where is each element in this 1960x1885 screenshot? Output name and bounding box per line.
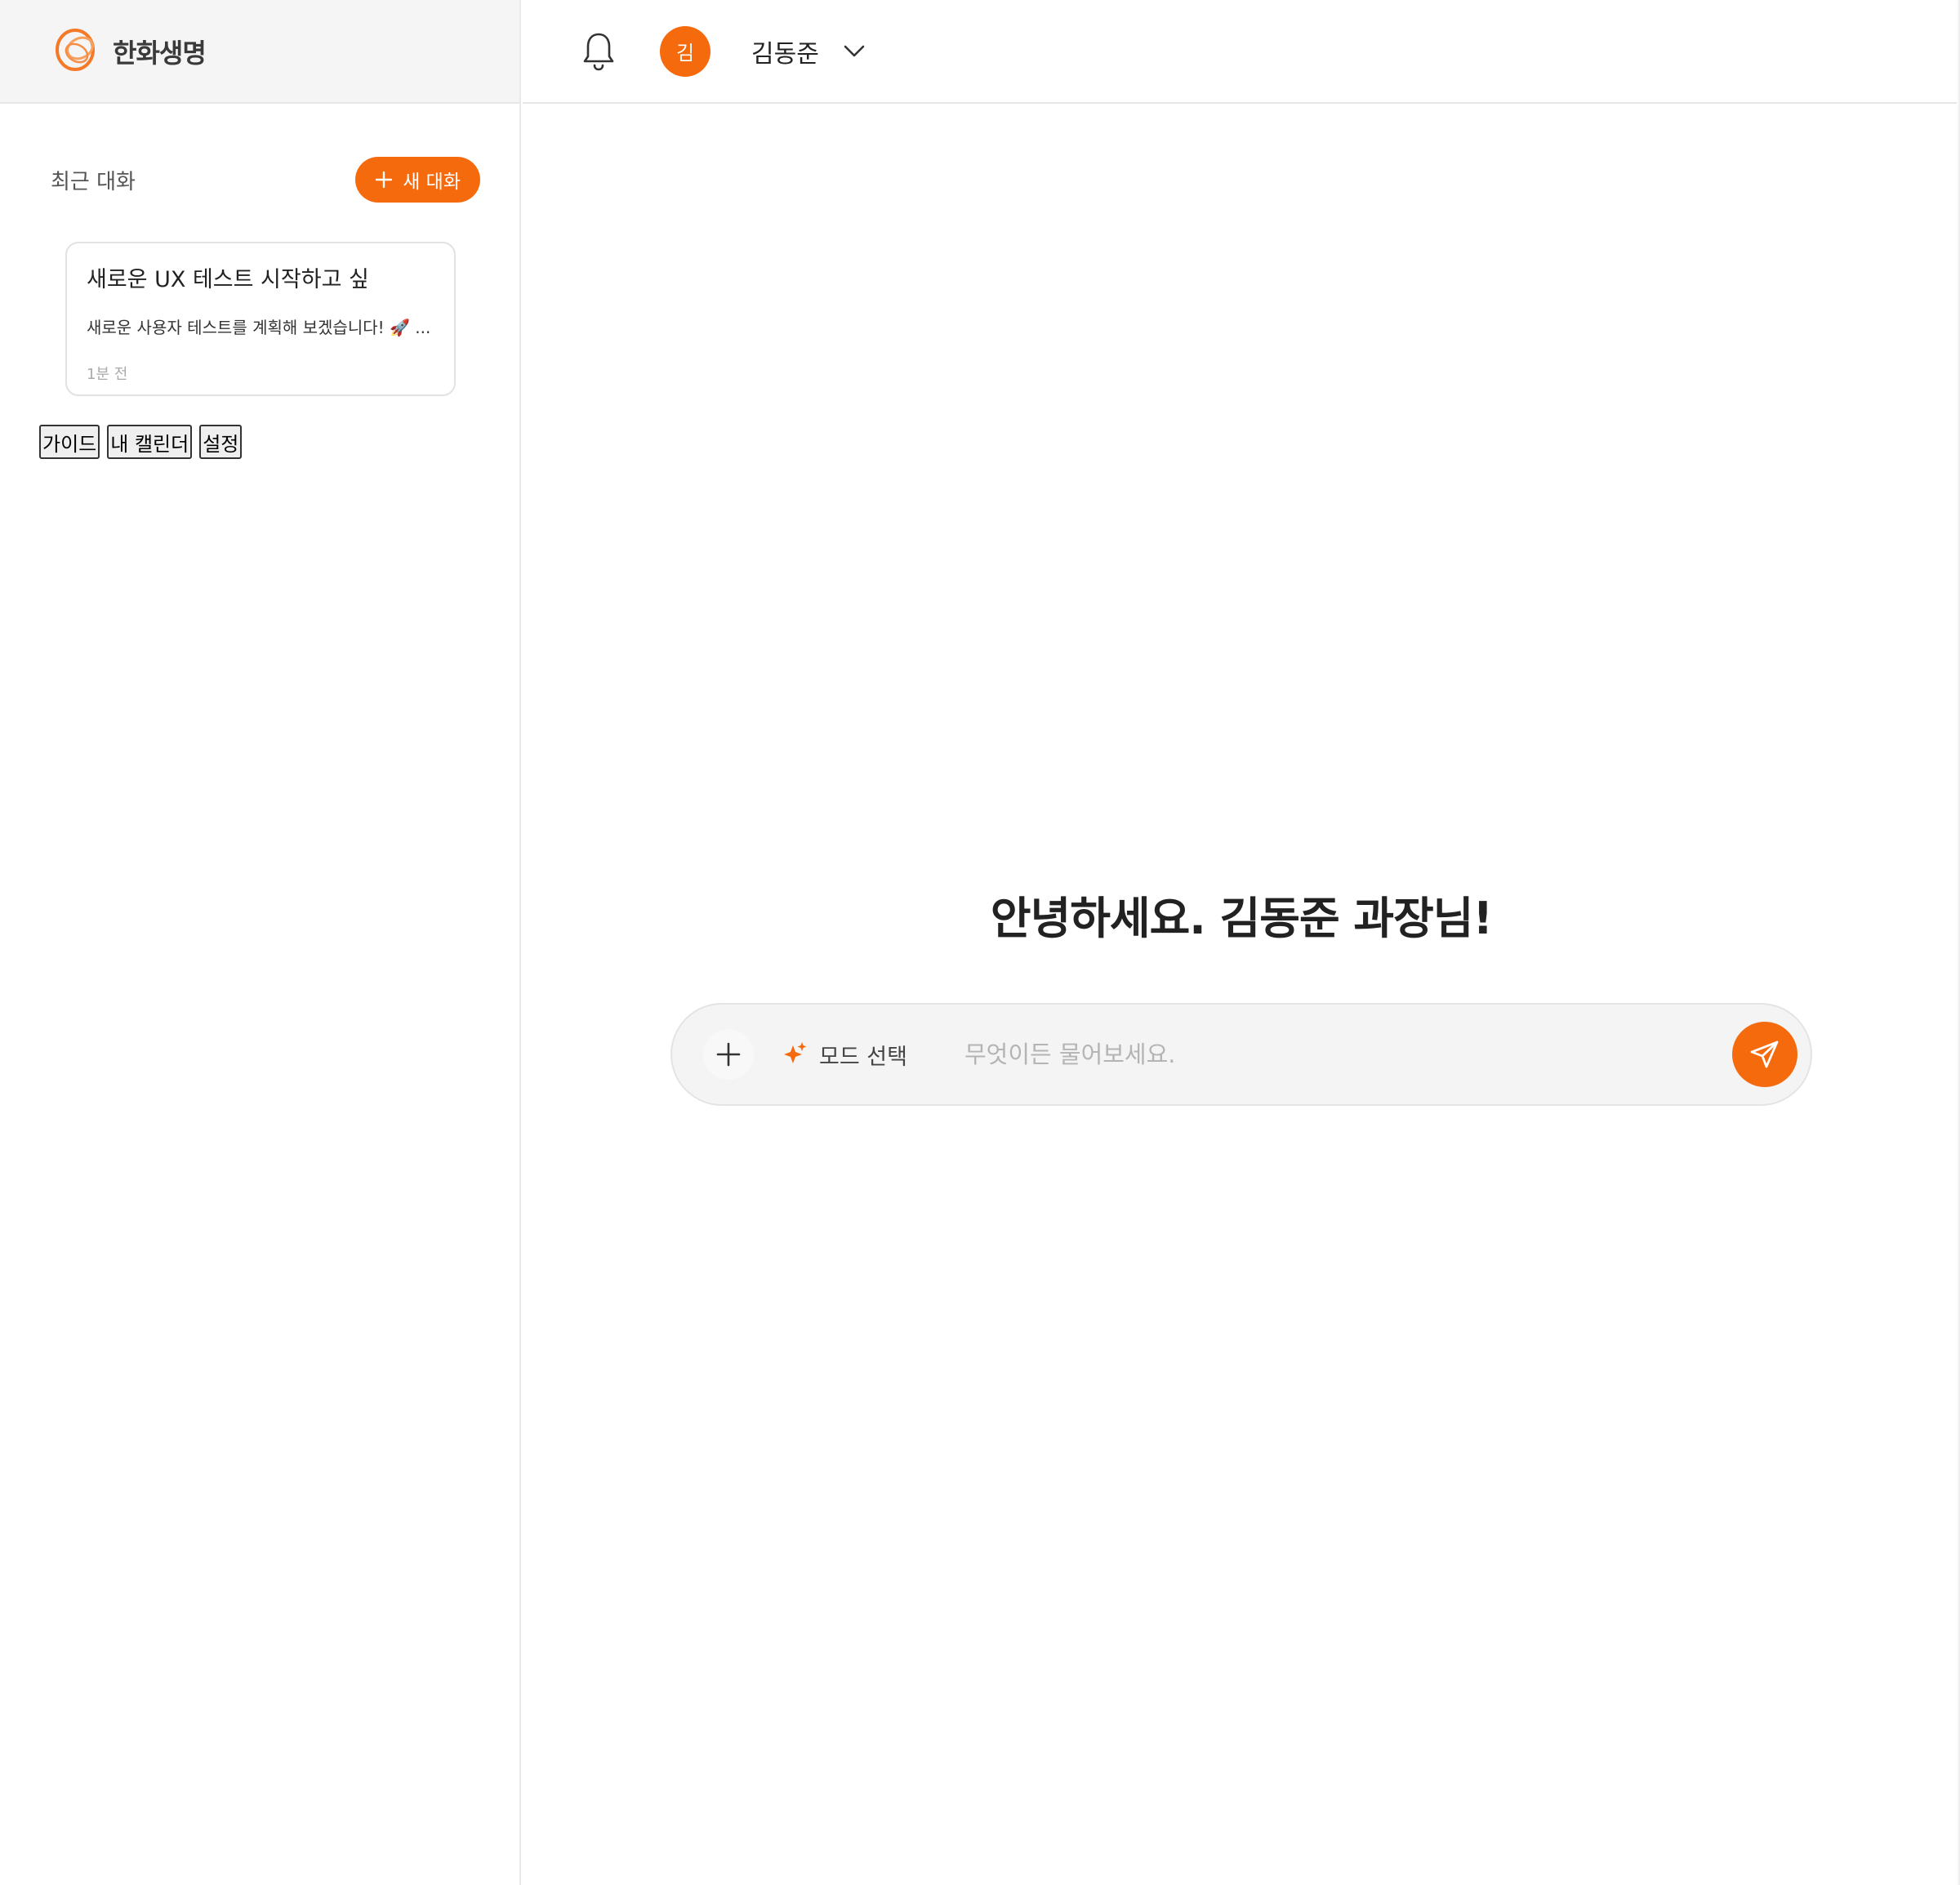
attach-button[interactable] (703, 1029, 754, 1080)
send-icon (1750, 1041, 1779, 1068)
bell-icon[interactable] (580, 29, 617, 74)
greeting-heading: 안녕하세요. 김동준 과장님! (990, 893, 1493, 944)
mode-select-label: 모드 선택 (819, 1044, 907, 1070)
mode-select[interactable]: 모드 선택 (783, 1039, 907, 1071)
settings-button[interactable]: 설정 (199, 425, 243, 459)
avatar[interactable]: 김 (660, 25, 710, 77)
chat-input[interactable] (962, 1030, 1732, 1079)
chat-composer: 모드 선택 (670, 1003, 1812, 1106)
recent-header: 최근 대화 새 대화 (51, 157, 480, 203)
plus-icon (375, 166, 393, 194)
chevron-down-icon[interactable] (842, 39, 866, 64)
conversation-card[interactable]: 새로운 UX 테스트 시작하고 싶 새로운 사용자 테스트를 계획해 보겠습니다… (65, 242, 456, 396)
logo-text: 한화생명 (113, 37, 207, 69)
brand-logo[interactable]: 한화생명 (51, 24, 207, 79)
new-chat-button[interactable]: 새 대화 (355, 157, 480, 203)
sidebar-links: 가이드 내 캘린더 설정 (39, 425, 243, 459)
new-chat-label: 새 대화 (403, 172, 461, 193)
sidebar: 한화생명 최근 대화 새 대화 새로운 UX 테스트 시작하고 싶 새로운 사용… (0, 0, 521, 1885)
conversation-preview: 새로운 사용자 테스트를 계획해 보겠습니다! 🚀 ... (87, 318, 431, 337)
conversation-title: 새로운 UX 테스트 시작하고 싶 (87, 267, 369, 292)
window-edge (1957, 0, 1960, 1885)
send-button[interactable] (1732, 1022, 1797, 1087)
user-name[interactable]: 김동준 (751, 33, 819, 69)
logo-swirl-icon (51, 24, 106, 79)
calendar-button[interactable]: 내 캘린더 (107, 425, 193, 459)
guide-button[interactable]: 가이드 (39, 425, 100, 459)
app-root: 한화생명 최근 대화 새 대화 새로운 UX 테스트 시작하고 싶 새로운 사용… (0, 0, 1960, 1885)
sidebar-header: 한화생명 (0, 0, 519, 104)
sparkle-icon (783, 1041, 808, 1068)
conversation-time: 1분 전 (87, 366, 128, 383)
plus-icon (716, 1042, 741, 1067)
recent-title: 최근 대화 (51, 169, 136, 194)
top-bar: 김 김동준 (523, 0, 1960, 104)
